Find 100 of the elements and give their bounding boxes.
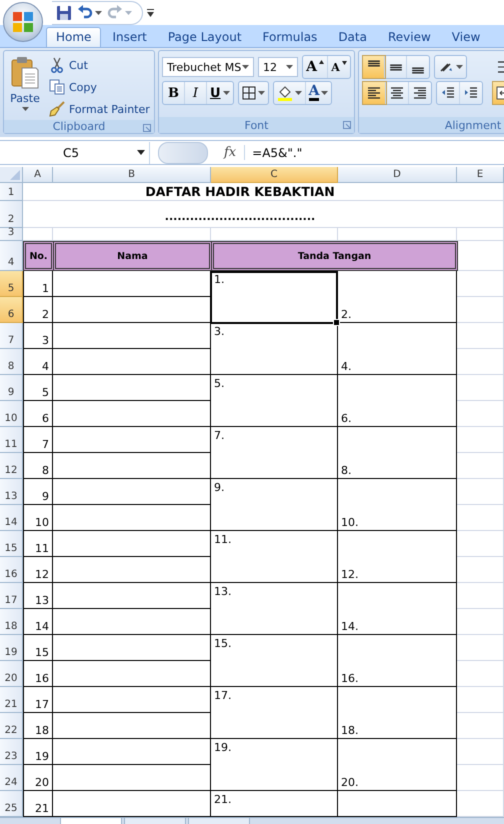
row-header[interactable]: 8 [0, 349, 23, 375]
table-cell[interactable] [53, 531, 211, 557]
table-cell[interactable] [53, 401, 211, 427]
row-header[interactable]: 14 [0, 505, 23, 531]
row-header[interactable]: 20 [0, 661, 23, 687]
signature-cell[interactable]: 8. [338, 427, 457, 479]
row-header[interactable]: 23 [0, 739, 23, 765]
expand-handle[interactable] [158, 142, 208, 164]
table-cell[interactable] [53, 713, 211, 739]
table-cell[interactable] [53, 557, 211, 583]
signature-cell[interactable]: 18. [338, 687, 457, 739]
align-left-button[interactable] [363, 82, 386, 104]
row-header[interactable]: 6 [0, 297, 23, 323]
italic-button[interactable]: I [185, 82, 207, 104]
row-header[interactable]: 7 [0, 323, 23, 349]
ribbon-tab[interactable]: Review [378, 27, 441, 47]
signature-cell[interactable]: 21. [211, 791, 338, 817]
signature-cell[interactable]: 11. [211, 531, 338, 583]
ribbon-tab[interactable]: Data [328, 27, 377, 47]
underline-button[interactable]: U [207, 82, 233, 104]
row-header[interactable]: 15 [0, 531, 23, 557]
signature-cell[interactable]: 19. [211, 739, 338, 791]
row-header[interactable]: 1 [0, 183, 23, 201]
name-box[interactable]: C5 [0, 142, 150, 164]
row-header[interactable]: 4 [0, 241, 23, 271]
copy-button[interactable]: Copy [47, 76, 152, 98]
ribbon-tab[interactable]: Page Layout [158, 27, 252, 47]
table-cell[interactable] [53, 505, 211, 531]
signature-cell[interactable]: 7. [211, 427, 338, 479]
align-top-button[interactable] [363, 56, 385, 78]
row-header[interactable]: 21 [0, 687, 23, 713]
undo-icon[interactable] [77, 4, 93, 20]
signature-cell[interactable]: 2. [338, 271, 457, 323]
formula-field[interactable]: =A5&"." [252, 142, 504, 164]
signature-cell[interactable]: 5. [211, 375, 338, 427]
signature-cell[interactable] [338, 791, 457, 817]
caret-icon[interactable] [137, 150, 145, 155]
row-header[interactable]: 24 [0, 765, 23, 791]
row-header[interactable]: 10 [0, 401, 23, 427]
paste-button[interactable]: Paste [7, 54, 43, 120]
table-cell[interactable] [53, 583, 211, 609]
font-size-field[interactable]: 12 [258, 57, 298, 77]
signature-cell[interactable]: 6. [338, 375, 457, 427]
signature-cell[interactable]: 3. [211, 323, 338, 375]
format-painter-button[interactable]: Format Painter [47, 98, 152, 120]
signature-cell[interactable]: 12. [338, 531, 457, 583]
row-header[interactable]: 19 [0, 635, 23, 661]
table-cell[interactable] [53, 479, 211, 505]
column-header[interactable]: B [53, 167, 211, 183]
group-label: Font [159, 117, 354, 133]
table-cell[interactable] [53, 375, 211, 401]
row-header[interactable]: 5 [0, 271, 23, 297]
row-header[interactable]: 9 [0, 375, 23, 401]
column-header[interactable]: E [457, 167, 504, 183]
table-cell[interactable] [53, 635, 211, 661]
cut-button[interactable]: Cut [47, 54, 152, 76]
ribbon-tab[interactable]: View [442, 27, 490, 47]
customize-toolbar-icon[interactable] [147, 8, 154, 16]
row-header[interactable]: 12 [0, 453, 23, 479]
insert-function-button[interactable]: fx [224, 145, 246, 160]
signature-cell[interactable]: 10. [338, 479, 457, 531]
row-header[interactable]: 11 [0, 427, 23, 453]
row-header[interactable]: 18 [0, 609, 23, 635]
table-cell[interactable] [53, 791, 211, 817]
signature-cell[interactable]: 13. [211, 583, 338, 635]
table-cell[interactable] [53, 739, 211, 765]
signature-cell[interactable]: 17. [211, 687, 338, 739]
row-header[interactable]: 13 [0, 479, 23, 505]
signature-cell[interactable]: 20. [338, 739, 457, 791]
table-cell: 19 [23, 739, 53, 765]
signature-cell[interactable]: 9. [211, 479, 338, 531]
row-header[interactable]: 16 [0, 557, 23, 583]
grow-font-button[interactable]: A [303, 56, 328, 78]
table-cell[interactable] [53, 453, 211, 479]
row-header[interactable]: 17 [0, 583, 23, 609]
font-name-field[interactable]: Trebuchet MS [162, 57, 254, 77]
row-header[interactable]: 3 [0, 228, 23, 241]
ribbon-tab[interactable]: Formulas [252, 27, 328, 47]
signature-cell[interactable]: 4. [338, 323, 457, 375]
bold-button[interactable]: B [163, 82, 185, 104]
column-header[interactable]: C [211, 167, 338, 183]
table-cell[interactable] [53, 661, 211, 687]
ribbon-tab[interactable]: Insert [102, 27, 157, 47]
table-cell[interactable] [53, 323, 211, 349]
table-cell[interactable] [53, 427, 211, 453]
ribbon-tab[interactable]: Home [46, 27, 102, 47]
row-header[interactable]: 22 [0, 713, 23, 739]
table-cell[interactable] [53, 765, 211, 791]
column-header[interactable]: D [338, 167, 457, 183]
column-header[interactable]: A [23, 167, 53, 183]
signature-cell[interactable]: 14. [338, 583, 457, 635]
signature-cell[interactable]: 15. [211, 635, 338, 687]
table-cell[interactable] [53, 349, 211, 375]
signature-cell[interactable]: 16. [338, 635, 457, 687]
table-cell[interactable] [53, 609, 211, 635]
table-cell[interactable] [53, 687, 211, 713]
save-icon[interactable] [56, 4, 72, 20]
row-header[interactable]: 25 [0, 791, 23, 817]
shrink-font-button[interactable]: A [328, 56, 350, 78]
row-header[interactable]: 2 [0, 201, 23, 228]
